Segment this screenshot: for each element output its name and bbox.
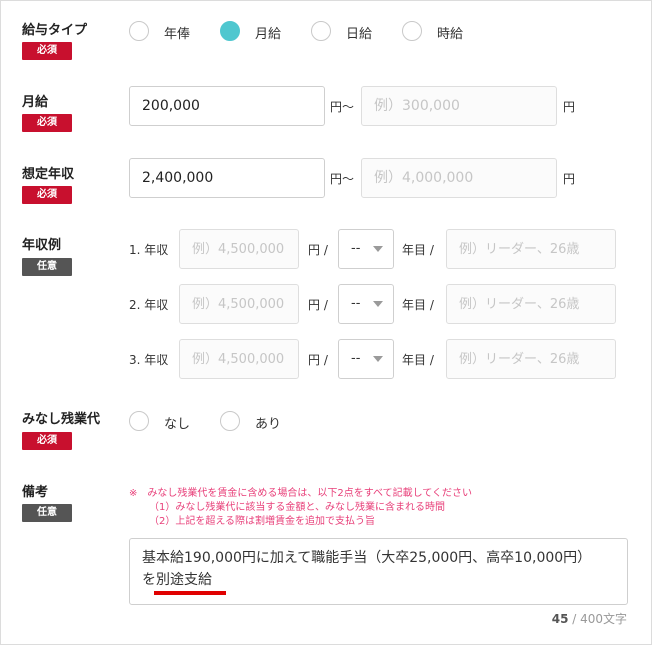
required-badge: 必須 [22, 432, 72, 450]
radio-label: 時給 [437, 27, 464, 42]
remarks-note: ※ みなし残業代を賃金に含める場合は、以下2点をすべて記載してください [129, 488, 473, 499]
select-value: -- [351, 351, 361, 366]
example-row-prefix: 1. 年収 [129, 243, 169, 257]
radio-overtime-yes[interactable] [220, 411, 240, 431]
radio-label: 日給 [346, 27, 373, 42]
example-year-select[interactable]: -- [338, 229, 394, 269]
remarks-label: 備考 [22, 485, 49, 500]
example-who-input[interactable] [446, 229, 616, 269]
radio-monthly-salary[interactable] [220, 21, 240, 41]
remarks-note: （2）上記を超える際は割増賃金を追加で支払う旨 [149, 516, 376, 527]
unit-range: 円〜 [330, 100, 355, 114]
counter-separator: / [568, 612, 581, 626]
example-year-unit: 年目 / [402, 353, 434, 367]
unit-yen: 円 [563, 172, 576, 186]
remarks-note: （1）みなし残業代に該当する金額と、みなし残業に含まれる時間 [149, 502, 445, 513]
radio-annual-salary[interactable] [129, 21, 149, 41]
char-count: 45 [551, 612, 569, 626]
select-value: -- [351, 241, 361, 256]
form-frame: 給与タイプ 必須 年俸 月給 日給 時給 月給 必須 円〜 円 想定年収 必須 … [0, 0, 652, 645]
example-income-input[interactable] [179, 339, 299, 379]
optional-badge: 任意 [22, 258, 72, 276]
optional-badge: 任意 [22, 504, 72, 522]
chevron-down-icon [373, 356, 383, 362]
highlight-underline [154, 591, 226, 595]
example-year-select[interactable]: -- [338, 339, 394, 379]
example-unit: 円 / [308, 353, 328, 367]
radio-daily-salary[interactable] [311, 21, 331, 41]
radio-label: なし [164, 417, 191, 432]
required-badge: 必須 [22, 114, 72, 132]
annual-max-input[interactable] [361, 158, 557, 198]
required-badge: 必須 [22, 42, 72, 60]
radio-label: 年俸 [164, 27, 191, 42]
example-who-input[interactable] [446, 339, 616, 379]
annual-min-input[interactable] [129, 158, 325, 198]
radio-label: あり [255, 417, 282, 432]
char-max: 400文字 [580, 612, 627, 626]
remarks-text-line: 基本給190,000円に加えて職能手当（大卒25,000円、高卒10,000円） [142, 550, 592, 566]
monthly-label: 月給 [22, 95, 49, 110]
example-who-input[interactable] [446, 284, 616, 324]
example-year-select[interactable]: -- [338, 284, 394, 324]
salary-type-label: 給与タイプ [22, 23, 88, 38]
select-value: -- [351, 296, 361, 311]
remarks-text-line: を別途支給 [142, 572, 212, 588]
overtime-label: みなし残業代 [22, 412, 101, 427]
required-badge: 必須 [22, 186, 72, 204]
chevron-down-icon [373, 246, 383, 252]
example-year-unit: 年目 / [402, 298, 434, 312]
monthly-max-input[interactable] [361, 86, 557, 126]
monthly-min-input[interactable] [129, 86, 325, 126]
example-unit: 円 / [308, 298, 328, 312]
character-counter: 45 / 400文字 [552, 610, 627, 627]
example-income-input[interactable] [179, 229, 299, 269]
radio-overtime-none[interactable] [129, 411, 149, 431]
unit-yen: 円 [563, 100, 576, 114]
example-year-unit: 年目 / [402, 243, 434, 257]
chevron-down-icon [373, 301, 383, 307]
unit-range: 円〜 [330, 172, 355, 186]
example-row-prefix: 2. 年収 [129, 298, 169, 312]
example-unit: 円 / [308, 243, 328, 257]
annual-label: 想定年収 [22, 167, 75, 182]
radio-label: 月給 [255, 27, 282, 42]
radio-hourly-salary[interactable] [402, 21, 422, 41]
examples-label: 年収例 [22, 238, 62, 253]
example-income-input[interactable] [179, 284, 299, 324]
example-row-prefix: 3. 年収 [129, 353, 169, 367]
